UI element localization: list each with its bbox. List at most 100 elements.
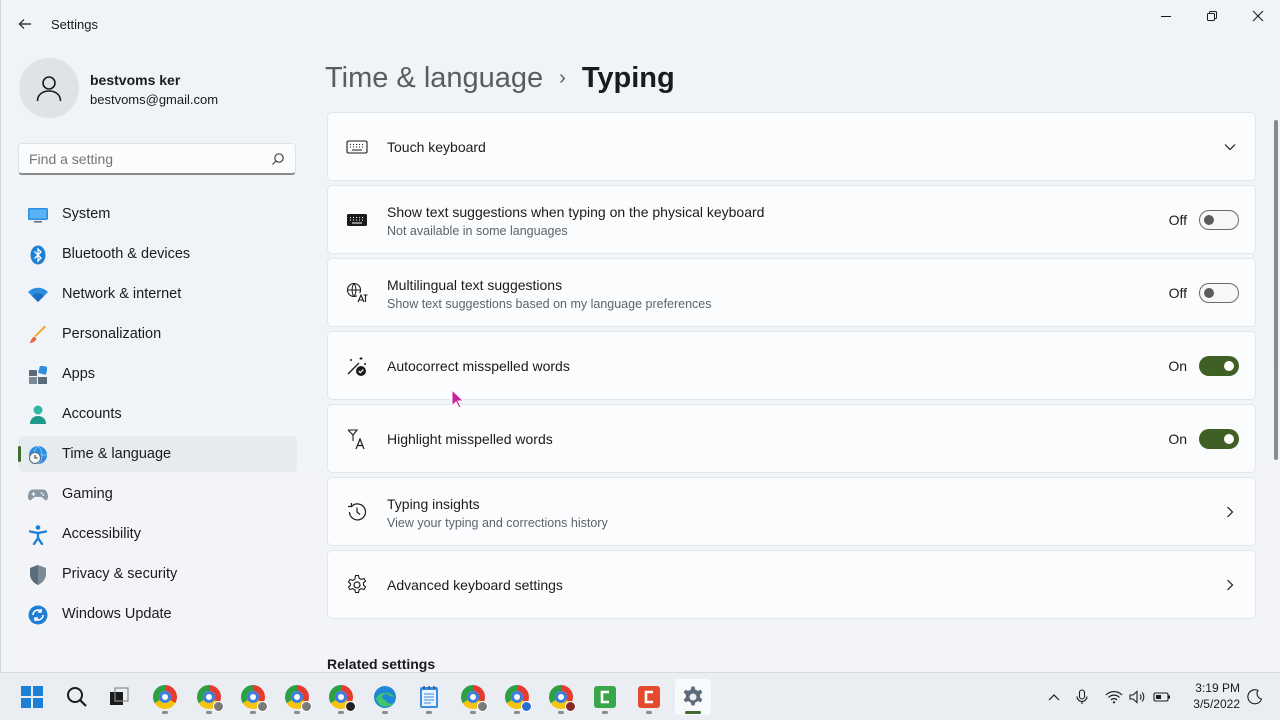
start-button[interactable]: [14, 679, 50, 715]
toggle-knob: [1224, 434, 1234, 444]
multilingual-suggestions-toggle[interactable]: [1199, 283, 1239, 303]
toggle-knob: [1224, 361, 1234, 371]
sidebar-item-privacy[interactable]: Privacy & security: [18, 556, 297, 592]
chrome-icon: [153, 685, 177, 709]
taskbar-search-button[interactable]: [59, 679, 95, 715]
close-icon: [1252, 10, 1264, 22]
breadcrumb: Time & language › Typing: [325, 58, 675, 98]
taskbar: [0, 672, 1280, 720]
taskbar-clock[interactable]: 3:19 PM 3/5/2022: [1188, 680, 1240, 712]
sidebar-item-time-language[interactable]: Time & language: [18, 436, 297, 472]
sidebar-item-network[interactable]: Network & internet: [18, 276, 297, 312]
microphone-icon[interactable]: [1072, 687, 1092, 707]
sidebar-item-label: Bluetooth & devices: [62, 246, 191, 262]
wifi-icon: [28, 285, 48, 305]
globe-clock-icon: [28, 445, 48, 465]
apps-icon: [28, 365, 48, 385]
touch-keyboard-card[interactable]: Touch keyboard: [327, 112, 1256, 181]
moon-icon[interactable]: [1245, 687, 1265, 707]
scrollbar[interactable]: [1274, 120, 1278, 460]
toggle-state-label: On: [1168, 431, 1187, 447]
sidebar-item-apps[interactable]: Apps: [18, 356, 297, 392]
text-suggestions-toggle[interactable]: [1199, 210, 1239, 230]
toggle-state-label: Off: [1168, 212, 1187, 228]
search-icon[interactable]: [271, 152, 285, 166]
autocorrect-toggle[interactable]: [1199, 356, 1239, 376]
task-view-button[interactable]: [101, 679, 137, 715]
camtasia-green-taskbar-button[interactable]: [587, 679, 623, 715]
chrome-icon: [461, 685, 488, 712]
bluetooth-icon: [28, 245, 48, 265]
chrome-taskbar-button[interactable]: [499, 679, 535, 715]
sidebar-item-label: Personalization: [62, 326, 162, 342]
sidebar-item-label: Windows Update: [62, 606, 172, 622]
chrome-taskbar-button[interactable]: [543, 679, 579, 715]
toggle-knob: [1204, 215, 1214, 225]
mouse-cursor-icon: [451, 389, 465, 409]
search-icon: [67, 687, 87, 707]
sidebar-item-label: Accessibility: [62, 526, 141, 542]
sidebar-item-personalization[interactable]: Personalization: [18, 316, 297, 352]
sidebar-item-label: System: [62, 206, 111, 222]
person-icon: [36, 76, 62, 102]
volume-icon[interactable]: [1128, 687, 1148, 707]
chrome-taskbar-button[interactable]: [323, 679, 359, 715]
chrome-icon: [285, 685, 312, 712]
sidebar-item-bluetooth[interactable]: Bluetooth & devices: [18, 236, 297, 272]
autocorrect-icon: [346, 355, 368, 377]
highlight-misspelled-toggle[interactable]: [1199, 429, 1239, 449]
breadcrumb-parent-link[interactable]: Time & language: [325, 62, 543, 95]
sidebar-item-windows-update[interactable]: Windows Update: [18, 596, 297, 632]
chevron-up-icon[interactable]: [1044, 687, 1064, 707]
camtasia-red-icon: [638, 686, 660, 708]
battery-icon[interactable]: [1152, 687, 1172, 707]
toggle-knob: [1204, 288, 1214, 298]
wifi-icon[interactable]: [1104, 687, 1124, 707]
sidebar-item-system[interactable]: System: [18, 196, 297, 232]
chrome-taskbar-button[interactable]: [279, 679, 315, 715]
sidebar-item-accessibility[interactable]: Accessibility: [18, 516, 297, 552]
notepad-taskbar-button[interactable]: [411, 679, 447, 715]
text-suggestions-card: Show text suggestions when typing on the…: [327, 185, 1256, 254]
minimize-icon: [1161, 16, 1171, 17]
gamepad-icon: [28, 485, 48, 505]
autocorrect-card: Autocorrect misspelled words On: [327, 331, 1256, 400]
chrome-taskbar-button[interactable]: [147, 679, 183, 715]
card-title: Highlight misspelled words: [387, 431, 553, 447]
settings-taskbar-button[interactable]: [675, 679, 711, 715]
edge-icon: [374, 686, 396, 708]
chrome-taskbar-button[interactable]: [235, 679, 271, 715]
app-title: Settings: [51, 17, 98, 32]
avatar[interactable]: [19, 58, 79, 118]
chevron-right-icon: [1223, 505, 1237, 519]
card-title: Multilingual text suggestions: [387, 277, 563, 293]
settings-icon: [683, 686, 703, 706]
chrome-taskbar-button[interactable]: [455, 679, 491, 715]
keyboard-outline-icon: [346, 136, 368, 158]
sidebar-item-label: Gaming: [62, 486, 113, 502]
edge-taskbar-button[interactable]: [367, 679, 403, 715]
back-button[interactable]: [13, 12, 37, 36]
keyboard-filled-icon: [346, 209, 368, 231]
chrome-taskbar-button[interactable]: [191, 679, 227, 715]
notepad-icon: [420, 686, 438, 708]
page-title: Typing: [581, 61, 675, 94]
sidebar-item-gaming[interactable]: Gaming: [18, 476, 297, 512]
close-button[interactable]: [1235, 4, 1280, 28]
camtasia-green-icon: [594, 686, 616, 708]
sidebar-item-accounts[interactable]: Accounts: [18, 396, 297, 432]
chevron-down-icon[interactable]: [1223, 140, 1237, 154]
sidebar-item-label: Time & language: [62, 446, 172, 462]
search-input[interactable]: [29, 151, 259, 167]
camtasia-red-taskbar-button[interactable]: [631, 679, 667, 715]
arrow-left-icon: [18, 19, 31, 29]
typing-insights-card[interactable]: Typing insights View your typing and cor…: [327, 477, 1256, 546]
search-box[interactable]: [18, 143, 296, 175]
minimize-button[interactable]: [1143, 4, 1189, 28]
card-title: Advanced keyboard settings: [387, 577, 563, 593]
history-icon: [346, 501, 368, 523]
restore-button[interactable]: [1189, 4, 1235, 28]
advanced-keyboard-card[interactable]: Advanced keyboard settings: [327, 550, 1256, 619]
brush-icon: [28, 325, 48, 345]
toggle-state-label: Off: [1168, 285, 1187, 301]
